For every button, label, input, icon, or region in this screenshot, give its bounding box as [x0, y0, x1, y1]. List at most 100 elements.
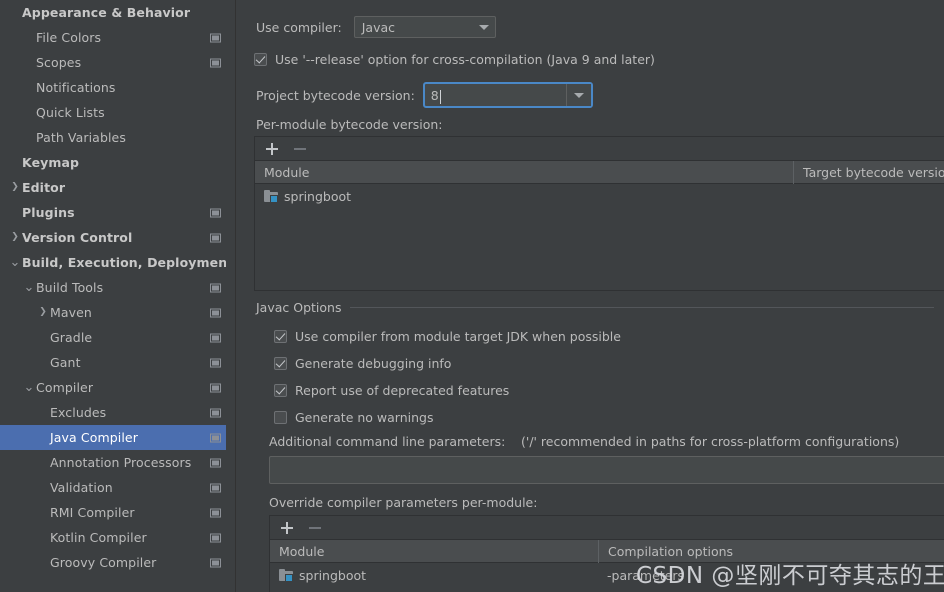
sidebar-item-path-variables[interactable]: Path Variables	[0, 125, 236, 150]
sidebar-item-gradle[interactable]: Gradle	[0, 325, 236, 350]
column-header-module[interactable]: Module	[255, 161, 793, 184]
sidebar-item-label: File Colors	[36, 30, 102, 45]
chevron-right-icon[interactable]: ❯	[8, 233, 22, 242]
column-header-override-module[interactable]: Module	[270, 540, 598, 563]
column-header-target-bytecode[interactable]: Target bytecode version	[793, 160, 944, 184]
sidebar-item-java-compiler[interactable]: Java Compiler	[0, 425, 236, 450]
option-checkbox-0[interactable]	[274, 330, 287, 343]
project-bytecode-combobox[interactable]: 8	[422, 82, 593, 108]
cell-module: springboot	[255, 184, 793, 208]
use-compiler-dropdown[interactable]: Javac	[353, 16, 496, 38]
option-row-0[interactable]: Use compiler from module target JDK when…	[274, 329, 621, 344]
override-table-toolbar	[270, 516, 944, 540]
option-checkbox-1[interactable]	[274, 357, 287, 370]
javac-options-group: Javac Options	[256, 300, 934, 315]
text-caret	[439, 90, 441, 104]
sidebar-item-scopes[interactable]: Scopes	[0, 50, 236, 75]
option-checkbox-3[interactable]	[274, 411, 287, 424]
cell-target-bytecode[interactable]: 1.8	[793, 184, 944, 208]
chevron-down-icon[interactable]: ⌄	[22, 381, 36, 394]
override-table-header: Module Compilation options	[270, 539, 944, 563]
release-option-label: Use '--release' option for cross-compila…	[275, 52, 655, 67]
option-label-3: Generate no warnings	[295, 410, 434, 425]
sidebar-item-excludes[interactable]: Excludes	[0, 400, 236, 425]
table-row[interactable]: springboot -parameters	[270, 563, 944, 587]
release-option-checkbox[interactable]	[254, 53, 267, 66]
remove-module-button	[291, 140, 309, 158]
settings-scope-icon	[210, 308, 221, 317]
sidebar-item-label: Version Control	[22, 230, 133, 245]
additional-params-input[interactable]	[269, 456, 944, 484]
sidebar-item-label: Maven	[50, 305, 92, 320]
add-module-button[interactable]	[263, 140, 281, 158]
sidebar-item-version-control[interactable]: ❯ Version Control	[0, 225, 236, 250]
cell-module-label: springboot	[284, 188, 352, 204]
option-label-1: Generate debugging info	[295, 356, 452, 371]
chevron-down-icon	[573, 92, 584, 98]
per-module-bytecode-table: Module Target bytecode version springboo…	[254, 136, 944, 291]
group-separator-line	[350, 307, 934, 308]
sidebar-item-label: Groovy Compiler	[50, 555, 157, 570]
option-checkbox-2[interactable]	[274, 384, 287, 397]
project-bytecode-dropdown-button[interactable]	[565, 84, 591, 106]
chevron-down-icon[interactable]: ⌄	[8, 256, 22, 269]
chevron-right-icon[interactable]: ❯	[8, 183, 22, 192]
sidebar-item-notifications[interactable]: Notifications	[0, 75, 236, 100]
release-option-row[interactable]: Use '--release' option for cross-compila…	[254, 52, 655, 67]
add-override-button[interactable]	[278, 519, 296, 537]
use-compiler-label: Use compiler:	[256, 19, 342, 35]
sidebar-item-label: Annotation Processors	[50, 455, 192, 470]
sidebar-item-label: Notifications	[36, 80, 116, 95]
sidebar-item-label: Plugins	[22, 205, 75, 220]
sidebar-item-editor[interactable]: ❯ Editor	[0, 175, 236, 200]
additional-params-hint: ('/' recommended in paths for cross-plat…	[521, 434, 900, 449]
option-row-3[interactable]: Generate no warnings	[274, 410, 433, 425]
option-row-2[interactable]: Report use of deprecated features	[274, 383, 509, 398]
chevron-right-icon[interactable]: ❯	[36, 308, 50, 317]
module-table-body: springboot 1.8	[255, 184, 944, 208]
sidebar-item-compiler[interactable]: ⌄ Compiler	[0, 375, 236, 400]
cell-compilation-options[interactable]: -parameters	[598, 563, 944, 587]
sidebar-item-gant[interactable]: Gant	[0, 350, 236, 375]
sidebar-item-quick-lists[interactable]: Quick Lists	[0, 100, 236, 125]
sidebar-item-file-colors[interactable]: File Colors	[0, 25, 236, 50]
sidebar-item-build-tools[interactable]: ⌄ Build Tools	[0, 275, 236, 300]
sidebar-item-kotlin-compiler[interactable]: Kotlin Compiler	[0, 525, 236, 550]
override-table-body: springboot -parameters	[270, 563, 944, 587]
use-compiler-value: Javac	[361, 19, 396, 35]
sidebar-item-groovy-compiler[interactable]: Groovy Compiler	[0, 550, 236, 575]
module-folder-icon	[264, 190, 278, 203]
sidebar-item-label: Keymap	[22, 155, 80, 170]
table-row[interactable]: springboot 1.8	[255, 184, 944, 208]
sidebar-item-annotation-processors[interactable]: Annotation Processors	[0, 450, 236, 475]
sidebar-item-label: Compiler	[36, 380, 94, 395]
settings-scope-icon	[210, 408, 221, 417]
sidebar-item-rmi-compiler[interactable]: RMI Compiler	[0, 500, 236, 525]
sidebar-item-maven[interactable]: ❯ Maven	[0, 300, 236, 325]
settings-scope-icon	[210, 33, 221, 42]
sidebar-item-label: Path Variables	[36, 130, 126, 145]
settings-scope-icon	[210, 333, 221, 342]
settings-scope-icon	[210, 283, 221, 292]
sidebar-item-label: Gant	[50, 355, 81, 370]
settings-scope-icon	[210, 358, 221, 367]
sidebar-item-appearance-behavior[interactable]: Appearance & Behavior	[0, 0, 236, 25]
chevron-down-icon[interactable]: ⌄	[22, 281, 36, 294]
sidebar-item-keymap[interactable]: Keymap	[0, 150, 236, 175]
sidebar-item-label: Editor	[22, 180, 66, 195]
option-label-2: Report use of deprecated features	[295, 383, 510, 398]
settings-scope-icon	[210, 233, 221, 242]
sidebar-item-label: Build Tools	[36, 280, 104, 295]
sidebar-item-build-execution-deployment[interactable]: ⌄ Build, Execution, Deployment	[0, 250, 236, 275]
settings-sidebar: Appearance & Behavior File Colors Scopes No…	[0, 0, 236, 592]
javac-options-title: Javac Options	[256, 300, 342, 315]
module-table-header: Module Target bytecode version	[255, 160, 944, 184]
settings-scope-icon	[210, 58, 221, 67]
sidebar-item-validation[interactable]: Validation	[0, 475, 236, 500]
option-row-1[interactable]: Generate debugging info	[274, 356, 451, 371]
column-header-compilation-options[interactable]: Compilation options	[598, 539, 944, 563]
sidebar-item-plugins[interactable]: Plugins	[0, 200, 236, 225]
sidebar-item-label: Appearance & Behavior	[22, 5, 191, 20]
sidebar-item-label: Build, Execution, Deployment	[22, 255, 234, 270]
sidebar-item-label: Gradle	[50, 330, 93, 345]
